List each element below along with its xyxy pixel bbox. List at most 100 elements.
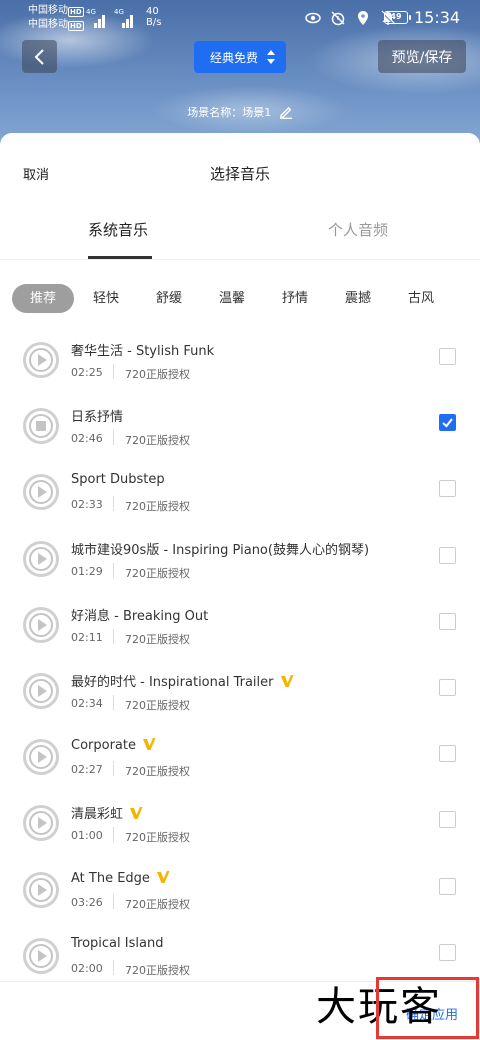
stop-icon[interactable]	[23, 408, 59, 445]
play-ring	[29, 679, 53, 703]
song-checkbox[interactable]	[439, 348, 456, 365]
mode-selector[interactable]: 经典免费	[194, 41, 286, 73]
song-checkbox[interactable]	[439, 943, 456, 961]
song-checkbox[interactable]	[439, 480, 456, 498]
song-duration: 03:26	[71, 895, 103, 909]
play-icon[interactable]	[23, 937, 59, 974]
play-icon[interactable]	[23, 871, 59, 908]
play-ring	[29, 414, 53, 439]
play-icon[interactable]	[23, 540, 59, 577]
play-ring	[29, 811, 53, 836]
song-title: Sport Dubstep	[71, 472, 165, 487]
song-checkbox[interactable]	[439, 679, 456, 696]
song-checkbox[interactable]	[439, 745, 456, 763]
network-speed-value: 40	[146, 6, 159, 17]
meta-separator	[113, 695, 114, 710]
play-icon[interactable]	[23, 474, 59, 511]
song-row[interactable]: 好消息 - Breaking Out 02:11 720正版授权	[0, 601, 480, 667]
mode-selector-label: 经典免费	[210, 50, 259, 65]
song-row[interactable]: At The Edge 03:26 720正版授权	[0, 866, 480, 932]
song-row[interactable]: Sport Dubstep 02:33 720正版授权	[0, 468, 480, 534]
category-chip-recommended[interactable]: 推荐	[12, 284, 74, 313]
song-license: 720正版授权	[125, 434, 190, 448]
song-row[interactable]: Corporate 02:27 720正版授权	[0, 733, 480, 799]
hd-badge-2: HD	[68, 21, 84, 31]
category-chip-warm[interactable]: 温馨	[219, 284, 245, 313]
song-title: 城市建设90s版 - Inspiring Piano(鼓舞人心的钢琴)	[71, 539, 369, 558]
play-icon[interactable]	[23, 606, 59, 643]
play-ring	[29, 877, 53, 902]
tab-system-music[interactable]: 系统音乐	[88, 219, 148, 240]
vip-icon	[143, 738, 156, 751]
play-icon[interactable]	[23, 805, 59, 842]
meta-separator	[113, 364, 114, 379]
play-icon[interactable]	[23, 739, 59, 776]
song-duration: 02:46	[71, 432, 103, 446]
hd-badge-1: HD	[68, 7, 84, 17]
song-title: 日系抒情	[71, 406, 123, 425]
song-title-text: 好消息 - Breaking Out	[71, 608, 209, 624]
song-row[interactable]: 清晨彩虹 01:00 720正版授权	[0, 799, 480, 865]
network-speed: 40 B/s	[146, 6, 161, 28]
signal-icon-2: 4G	[114, 8, 136, 28]
preview-save-button[interactable]: 预览/保存	[378, 40, 466, 73]
meta-separator	[113, 827, 114, 843]
signal-icon-1: 4G	[86, 8, 108, 28]
song-checkbox[interactable]	[439, 612, 456, 630]
song-title: 最好的时代 - Inspirational Trailer	[71, 671, 294, 690]
song-title-text: 最好的时代 - Inspirational Trailer	[71, 675, 274, 690]
song-duration: 02:00	[71, 961, 103, 975]
song-duration: 01:00	[71, 829, 103, 843]
play-icon[interactable]	[23, 342, 59, 378]
highlight-box	[376, 977, 479, 1039]
song-row[interactable]: 日系抒情 02:46 720正版授权	[0, 402, 480, 468]
category-chip-classical[interactable]: 古风	[408, 284, 434, 313]
category-chip-lyrical[interactable]: 抒情	[282, 284, 308, 313]
song-row[interactable]: 奢华生活 - Stylish Funk 02:25 720正版授权	[0, 336, 480, 402]
music-picker-sheet: 取消 选择音乐 系统音乐 个人音频 推荐 轻快 舒缓 温馨 抒情 震撼 古风 奢…	[0, 133, 480, 1040]
song-checkbox[interactable]	[439, 414, 456, 432]
alarm-off-icon	[331, 11, 345, 26]
song-title-text: 日系抒情	[71, 410, 124, 426]
song-license: 720正版授权	[125, 632, 190, 646]
edit-icon[interactable]	[279, 105, 293, 119]
carrier-1: 中国移动	[28, 5, 68, 16]
song-duration: 02:11	[71, 630, 103, 644]
battery-icon: 49	[384, 11, 411, 24]
song-title-text: At The Edge	[71, 870, 150, 886]
tab-divider	[0, 259, 480, 260]
song-title-text: Tropical Island	[71, 935, 164, 951]
scene-name[interactable]: 场景名称：场景1	[0, 104, 480, 120]
scene-name-label: 场景名称：场景1	[187, 106, 272, 119]
carrier-2: 中国移动	[28, 19, 68, 30]
song-title: Corporate	[71, 737, 156, 753]
song-checkbox[interactable]	[439, 877, 456, 895]
song-license: 720正版授权	[125, 963, 190, 977]
location-icon	[358, 11, 368, 25]
network-speed-unit: B/s	[146, 17, 162, 28]
song-title-text: 清晨彩虹	[71, 807, 124, 823]
song-duration: 02:34	[71, 697, 103, 710]
song-row[interactable]: 最好的时代 - Inspirational Trailer 02:34 720正版授…	[0, 667, 480, 733]
category-chip-light[interactable]: 轻快	[93, 284, 119, 313]
song-title-text: 奢华生活 - Stylish Funk	[71, 344, 215, 359]
meta-separator	[113, 761, 114, 777]
eye-icon	[305, 12, 321, 24]
vip-icon	[280, 675, 293, 687]
song-license: 720正版授权	[125, 566, 190, 580]
category-chip-soothing[interactable]: 舒缓	[156, 284, 182, 313]
song-title-text: Sport Dubstep	[71, 472, 165, 488]
category-chip-epic[interactable]: 震撼	[345, 284, 371, 313]
song-row[interactable]: 城市建设90s版 - Inspiring Piano(鼓舞人心的钢琴) 01:29…	[0, 535, 480, 601]
play-ring	[29, 546, 53, 571]
tab-personal-audio[interactable]: 个人音频	[328, 219, 388, 240]
song-title-text: 城市建设90s版 - Inspiring Piano(鼓舞人心的钢琴)	[71, 542, 370, 558]
back-button[interactable]	[22, 40, 57, 73]
song-title: 清晨彩虹	[71, 803, 143, 822]
song-checkbox[interactable]	[439, 811, 456, 829]
vip-icon	[156, 870, 170, 883]
play-ring	[29, 348, 53, 372]
checkmark-icon	[442, 418, 453, 428]
play-icon[interactable]	[23, 673, 59, 709]
song-checkbox[interactable]	[439, 546, 456, 564]
